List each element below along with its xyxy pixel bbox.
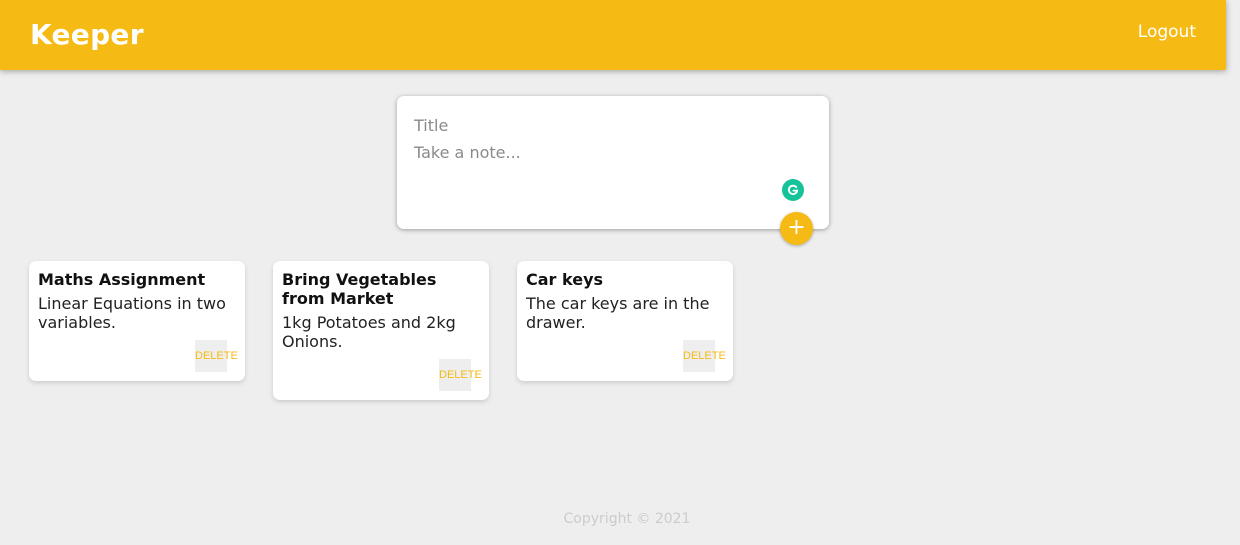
delete-label: DELETE <box>195 350 238 362</box>
delete-note-button[interactable]: DELETE <box>683 340 726 372</box>
note-title: Maths Assignment <box>38 270 206 289</box>
note-composer <box>397 96 829 229</box>
note-content: Linear Equations in two variables. <box>38 294 226 332</box>
delete-note-button[interactable]: DELETE <box>439 359 482 391</box>
copyright-text: Copyright © 2021 <box>563 511 691 527</box>
note-card: Car keys The car keys are in the drawer.… <box>517 261 733 381</box>
note-content: 1kg Potatoes and 2kg Onions. <box>282 313 456 351</box>
note-content: The car keys are in the drawer. <box>526 294 710 332</box>
note-title: Car keys <box>526 270 604 289</box>
note-card: Bring Vegetables from Market 1kg Potatoe… <box>273 261 489 400</box>
add-note-button[interactable]: + <box>780 212 813 245</box>
note-title: Bring Vegetables from Market <box>282 270 437 308</box>
app-header: Keeper Logout <box>0 0 1226 70</box>
footer: Copyright © 2021 <box>0 511 1240 527</box>
logout-button[interactable]: Logout <box>1138 22 1196 42</box>
app-title: Keeper <box>30 18 144 51</box>
delete-label: DELETE <box>683 350 726 362</box>
note-card: Maths Assignment Linear Equations in two… <box>29 261 245 381</box>
plus-icon: + <box>787 215 806 240</box>
delete-note-button[interactable]: DELETE <box>195 340 238 372</box>
delete-label: DELETE <box>439 369 482 381</box>
note-title-input[interactable] <box>414 114 794 136</box>
note-content-input[interactable] <box>414 143 774 203</box>
grammarly-icon[interactable] <box>782 179 804 201</box>
